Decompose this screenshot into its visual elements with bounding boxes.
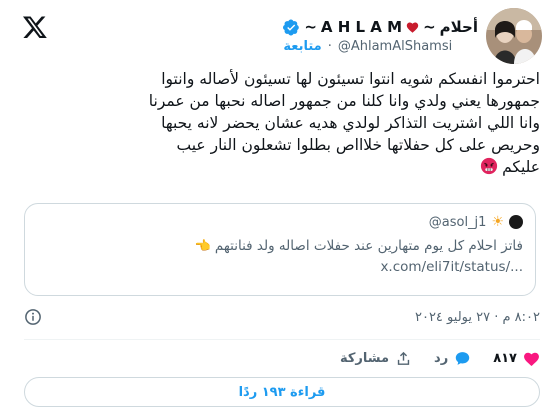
- tweet-text: احترموا انفسكم شويه انتوا تسيئون لها تسي…: [20, 68, 540, 178]
- author-handle[interactable]: @AhlamAlShamsi: [338, 39, 452, 54]
- hand-emoji-icon: 👈: [194, 239, 211, 254]
- quoted-text: فاتز احلام كل يوم متهارين عند حفلات اصال…: [214, 238, 523, 254]
- tweet-meta: ٨:٠٢ م · ٢٧ يوليو ٢٠٢٤: [24, 306, 540, 328]
- tweet-embed-card: أحلام ~ A H L A M ~ @AhlamAlShamsi · متا…: [0, 0, 560, 416]
- like-heart-icon: [524, 352, 539, 366]
- reply-button[interactable]: رد: [434, 350, 471, 367]
- tweet-line: وانا اللي اشتريت التذاكر لولدي هديه عشان…: [161, 114, 540, 132]
- like-button[interactable]: ٨١٧: [493, 350, 540, 367]
- tweet-line: جمهورها يعني ولدي وانا كلنا من جمهور اصا…: [148, 92, 540, 110]
- divider: [24, 339, 540, 340]
- author-name-row[interactable]: أحلام ~ A H L A M ~: [283, 18, 478, 36]
- author-display-name-ar: أحلام: [439, 18, 478, 36]
- reply-bubble-icon: [455, 351, 470, 365]
- share-button[interactable]: مشاركة: [340, 350, 412, 367]
- separator-dot: ·: [327, 39, 332, 54]
- info-icon[interactable]: [24, 308, 42, 326]
- author-names: أحلام ~ A H L A M ~ @AhlamAlShamsi · متا…: [283, 18, 478, 54]
- x-logo-icon[interactable]: [22, 14, 48, 40]
- like-count: ٨١٧: [493, 350, 517, 366]
- tweet-line: احترموا انفسكم شويه انتوا تسيئون لها تسي…: [161, 70, 540, 88]
- verified-badge-icon: [283, 18, 300, 36]
- action-bar: ٨١٧ رد مشاركة: [20, 346, 540, 370]
- author-sub-row: @AhlamAlShamsi · متابعة: [283, 39, 452, 54]
- tweet-line: وحريص على كل حفلاتها خلاااص بطلوا تشعلون…: [176, 136, 540, 154]
- avatar[interactable]: [486, 8, 542, 64]
- heart-icon: [406, 22, 419, 33]
- quoted-link[interactable]: x.com/eli7it/status/...: [37, 257, 523, 277]
- quoted-tweet[interactable]: ☀ @asol_j1 فاتز احلام كل يوم متهارين عند…: [24, 203, 536, 296]
- tweet-line: عليكم: [502, 158, 540, 176]
- share-label: مشاركة: [339, 350, 390, 366]
- author-display-name-latin: A H L A M: [320, 18, 403, 36]
- name-decor-right: ~: [423, 18, 436, 36]
- angry-face-emoji-icon: [480, 157, 498, 175]
- name-decor-left: ~: [304, 18, 317, 36]
- read-replies-button[interactable]: قراءة ١٩٣ ردًا: [24, 377, 540, 407]
- reply-label: رد: [434, 350, 449, 366]
- read-replies-label: قراءة ١٩٣ ردًا: [238, 384, 326, 400]
- quoted-tweet-header: ☀ @asol_j1: [37, 214, 523, 230]
- sun-emoji-icon: ☀: [491, 214, 504, 230]
- share-icon: [397, 351, 410, 365]
- quoted-text-row: فاتز احلام كل يوم متهارين عند حفلات اصال…: [37, 236, 523, 257]
- quoted-handle: @asol_j1: [428, 214, 487, 230]
- timestamp[interactable]: ٨:٠٢ م · ٢٧ يوليو ٢٠٢٤: [415, 310, 540, 325]
- follow-button[interactable]: متابعة: [283, 39, 321, 54]
- tweet-line-last: عليكم: [20, 156, 540, 178]
- tweet-header: أحلام ~ A H L A M ~ @AhlamAlShamsi · متا…: [283, 8, 542, 64]
- quoted-avatar: [509, 215, 523, 229]
